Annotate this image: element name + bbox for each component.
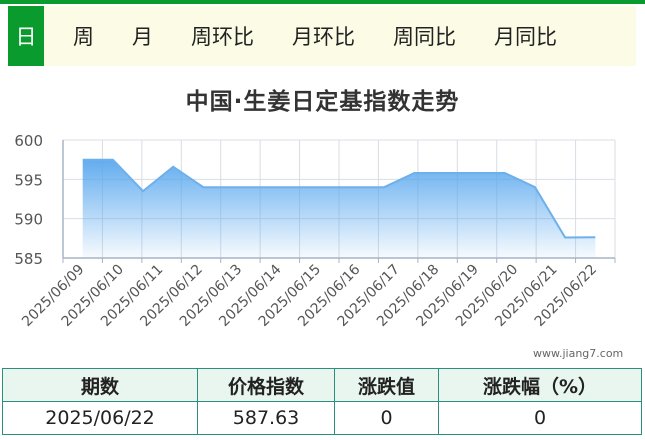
watermark: www.jiang7.com: [533, 347, 624, 360]
y-tick-label: 600: [14, 132, 43, 150]
header-period: 期数: [1, 368, 199, 402]
tab-week[interactable]: 周: [54, 6, 113, 66]
tab-month-over-month[interactable]: 月环比: [273, 6, 374, 66]
tab-week-year-over-year[interactable]: 周同比: [374, 6, 475, 66]
period-tabs: 日 周 月 周环比 月环比 周同比 月同比: [8, 6, 636, 66]
cell-change-percent: 0: [438, 401, 642, 435]
header-change-percent: 涨跌幅（%）: [438, 368, 642, 402]
y-tick-label: 585: [14, 250, 43, 268]
top-accent-line: [0, 0, 645, 4]
tab-day[interactable]: 日: [8, 6, 44, 66]
cell-price-index: 587.63: [197, 401, 336, 435]
tab-week-over-week[interactable]: 周环比: [172, 6, 273, 66]
index-table: 期数 价格指数 涨跌值 涨跌幅（%） 2025/06/22 587.63 0 0: [1, 368, 642, 435]
header-change-value: 涨跌值: [334, 368, 440, 402]
tab-month-year-over-year[interactable]: 月同比: [475, 6, 576, 66]
tab-month[interactable]: 月: [113, 6, 172, 66]
cell-change-value: 0: [334, 401, 440, 435]
ginger-index-chart: 5855905956002025/06/092025/06/102025/06/…: [14, 132, 616, 330]
table-header-row: 期数 价格指数 涨跌值 涨跌幅（%）: [1, 368, 642, 402]
y-tick-label: 595: [14, 171, 43, 189]
cell-period: 2025/06/22: [1, 401, 199, 435]
table-row: 2025/06/22 587.63 0 0: [1, 401, 642, 435]
header-price-index: 价格指数: [197, 368, 336, 402]
chart-title: 中国·生姜日定基指数走势: [185, 89, 460, 115]
y-tick-label: 590: [14, 211, 43, 229]
